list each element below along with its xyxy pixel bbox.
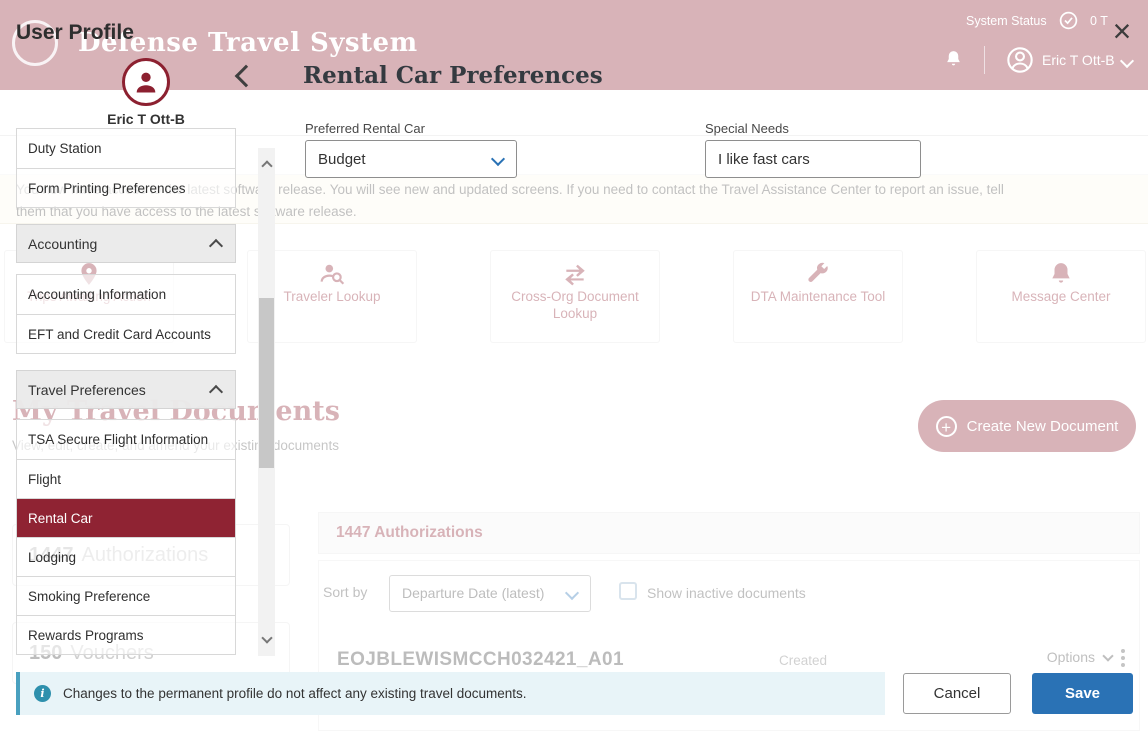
screen: Defense Travel System System Status 0 T … xyxy=(0,0,1148,731)
sidebar-item-flight[interactable]: Flight xyxy=(17,459,235,498)
info-icon: i xyxy=(34,685,51,702)
sidebar-item-tsa-secure-flight-information[interactable]: TSA Secure Flight Information xyxy=(17,420,235,459)
sidebar-group: Accounting Information EFT and Credit Ca… xyxy=(16,274,236,354)
sidebar-item-label: Flight xyxy=(28,472,61,487)
chevron-up-icon xyxy=(209,238,223,252)
person-icon xyxy=(132,68,160,96)
sidebar-item-label: Lodging xyxy=(28,550,76,565)
sidebar-group: Duty Station Form Printing Preferences xyxy=(16,128,236,208)
sidebar-scrollbar[interactable] xyxy=(258,148,275,656)
sidebar-item-label: Smoking Preference xyxy=(28,589,150,604)
profile-user-name: Eric T Ott-B xyxy=(86,111,206,127)
sidebar-item-lodging[interactable]: Lodging xyxy=(17,537,235,576)
sidebar-item-label: Rental Car xyxy=(28,511,93,526)
sidebar-group: TSA Secure Flight Information Flight Ren… xyxy=(16,419,236,655)
sidebar-item-smoking-preference[interactable]: Smoking Preference xyxy=(17,576,235,615)
scroll-down-icon[interactable] xyxy=(261,632,272,643)
sidebar-item-accounting-information[interactable]: Accounting Information xyxy=(17,275,235,314)
close-icon[interactable]: × xyxy=(1102,12,1142,52)
sidebar-item-label: Rewards Programs xyxy=(28,628,144,643)
select-value: Budget xyxy=(318,151,366,168)
sidebar-section-travel-preferences[interactable]: Travel Preferences xyxy=(16,370,236,409)
section-title: Rental Car Preferences xyxy=(303,62,603,89)
profile-change-notice: i Changes to the permanent profile do no… xyxy=(16,672,885,715)
sidebar-item-label: Accounting Information xyxy=(28,287,166,302)
section-header-label: Travel Preferences xyxy=(28,382,146,398)
sidebar-item-label: TSA Secure Flight Information xyxy=(28,432,208,447)
modal-title: User Profile xyxy=(16,21,134,45)
sidebar-item-rewards-programs[interactable]: Rewards Programs xyxy=(17,615,235,654)
section-header-label: Accounting xyxy=(28,236,97,252)
chevron-up-icon xyxy=(209,384,223,398)
chevron-down-icon xyxy=(491,152,505,166)
save-button[interactable]: Save xyxy=(1032,673,1133,714)
preferred-rental-car-select[interactable]: Budget xyxy=(305,140,517,178)
special-needs-label: Special Needs xyxy=(705,121,789,136)
profile-avatar xyxy=(122,58,170,106)
sidebar-item-label: EFT and Credit Card Accounts xyxy=(28,327,211,342)
sidebar-item-label: Form Printing Preferences xyxy=(28,181,186,196)
notice-text: Changes to the permanent profile do not … xyxy=(63,686,527,701)
sidebar-item-label: Duty Station xyxy=(28,141,102,156)
scrollbar-thumb[interactable] xyxy=(259,298,274,468)
cancel-button[interactable]: Cancel xyxy=(903,673,1011,714)
sidebar-item-eft-and-credit-card-accounts[interactable]: EFT and Credit Card Accounts xyxy=(17,314,235,353)
sidebar-item-duty-station[interactable]: Duty Station xyxy=(17,129,235,168)
special-needs-input[interactable] xyxy=(705,140,921,178)
sidebar-item-form-printing-preferences[interactable]: Form Printing Preferences xyxy=(17,168,235,207)
scroll-up-icon[interactable] xyxy=(261,160,272,171)
preferred-rental-car-label: Preferred Rental Car xyxy=(305,121,425,136)
sidebar-section-accounting[interactable]: Accounting xyxy=(16,224,236,263)
sidebar-item-rental-car[interactable]: Rental Car xyxy=(17,498,235,537)
